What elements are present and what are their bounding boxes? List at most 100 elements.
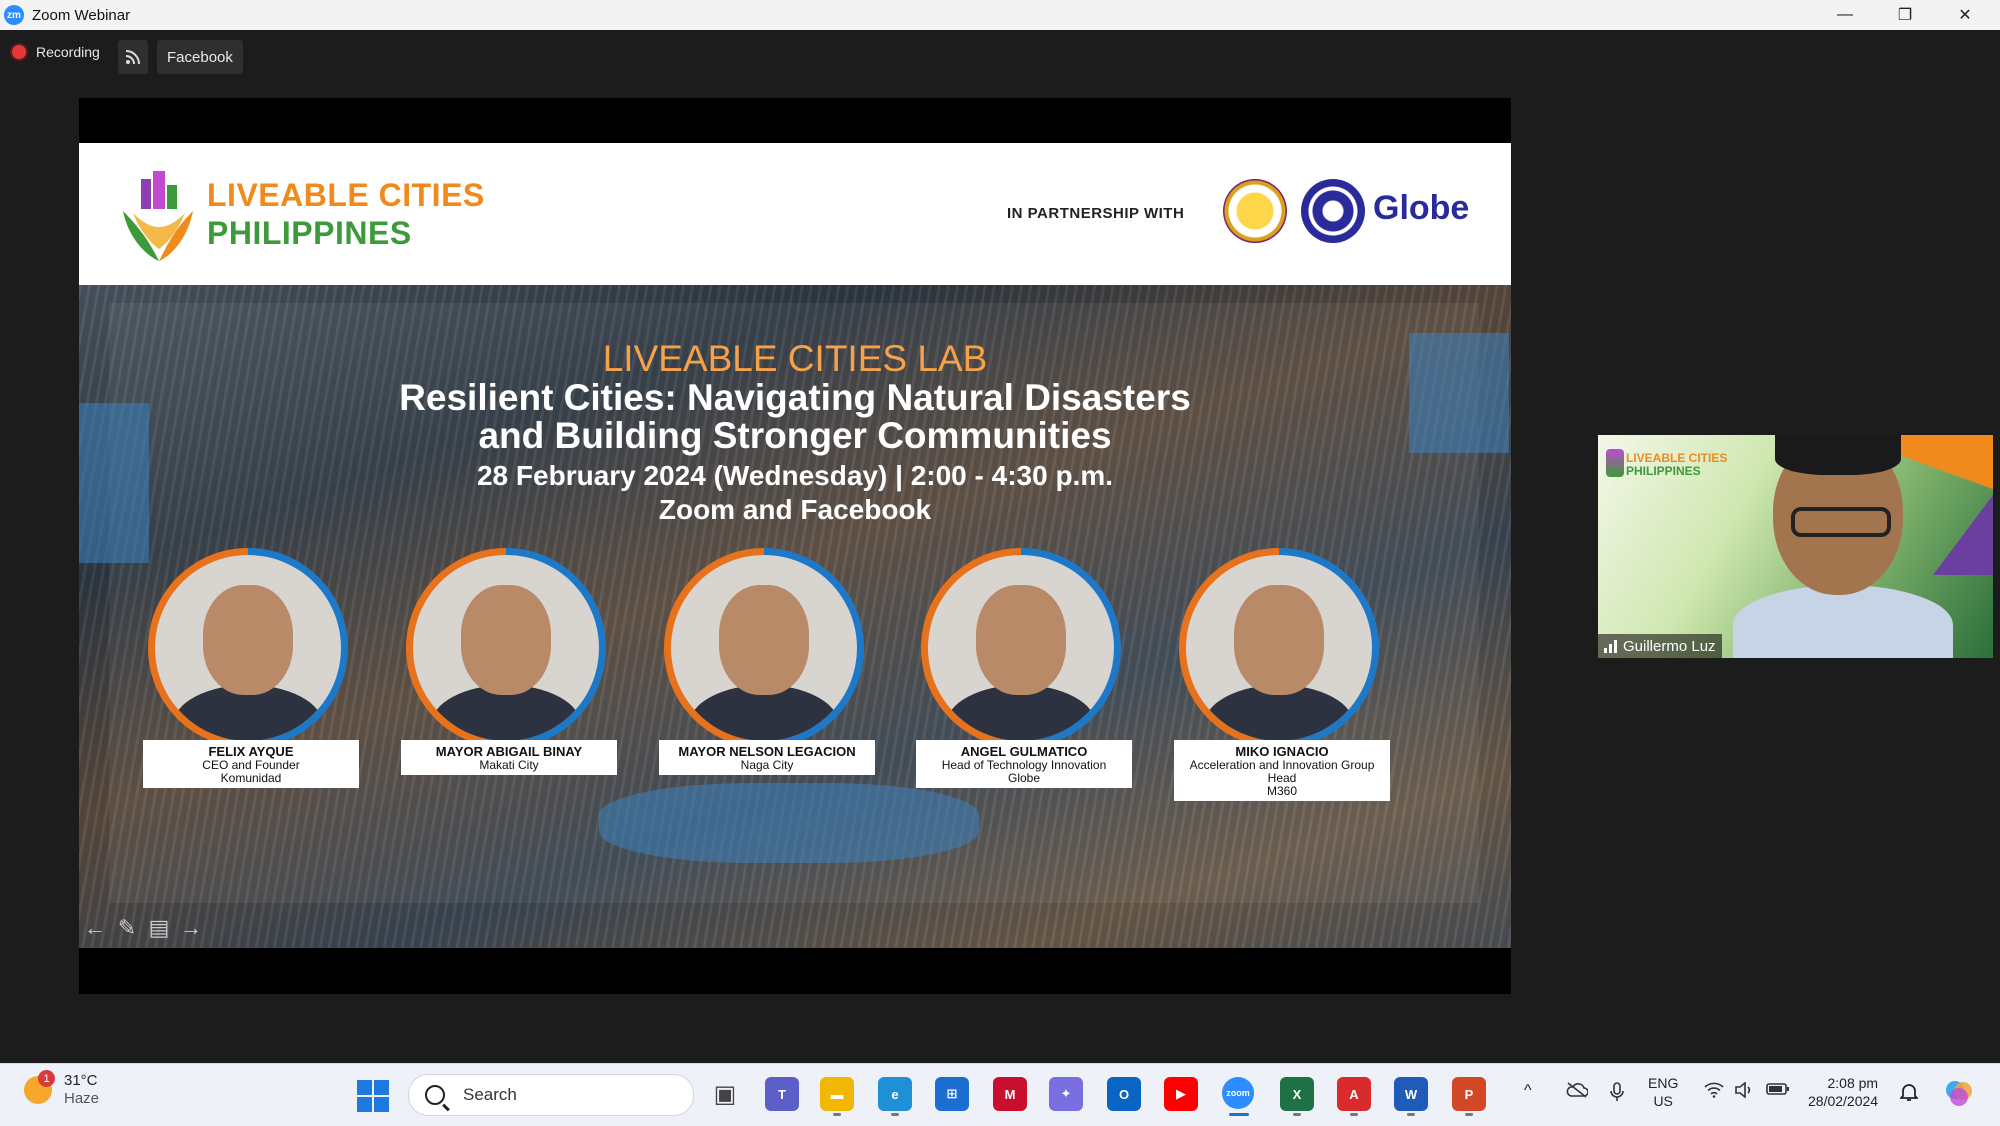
store-icon[interactable]: ⊞ [935,1077,969,1111]
app-running-indicator [1350,1113,1358,1116]
speaker-role: Acceleration and Innovation Group Head [1189,758,1375,785]
word-icon[interactable]: W [1394,1077,1428,1111]
youtube-icon[interactable]: ▶ [1164,1077,1198,1111]
rss-icon[interactable] [118,40,148,74]
battery-icon[interactable] [1766,1082,1790,1101]
speaker-photo [928,555,1114,741]
speaker-name: ANGEL GULMATICO [960,744,1088,759]
keyboard-region: US [1653,1093,1673,1109]
speaker-name: FELIX AYQUE [208,744,294,759]
speaker-label: FELIX AYQUE CEO and Founder Komunidad [143,740,359,788]
acrobat-icon[interactable]: A [1337,1077,1371,1111]
headline-line1: Resilient Cities: Navigating Natural Dis… [399,377,1191,418]
headline-line2: and Building Stronger Communities [478,415,1112,456]
background-logo-line2: PHILIPPINES [1626,464,1701,478]
zoom-toolbar [0,30,2000,84]
slide-menu-icon[interactable]: ▤ [145,915,173,941]
slide-nav-controls: ← ✎ ▤ → [81,915,205,941]
globe-logo-icon [1301,179,1365,243]
presentation-slide: LIVEABLE CITIES PHILIPPINES IN PARTNERSH… [79,143,1511,948]
recording-indicator[interactable]: Recording [12,44,100,60]
app-running-indicator [1229,1113,1249,1116]
recording-label: Recording [36,44,100,60]
slide-headline: Resilient Cities: Navigating Natural Dis… [79,379,1511,455]
app-running-indicator [833,1113,841,1116]
weather-widget[interactable]: 1 31°C Haze [24,1070,100,1108]
liveable-cities-logo-icon [123,171,193,261]
tray-overflow-chevron-icon[interactable]: ^ [1524,1082,1532,1100]
taskbar-search[interactable]: Search [408,1074,694,1116]
app-running-indicator [1293,1113,1301,1116]
background-logo-line1: LIVEABLE CITIES [1626,451,1728,465]
onedrive-icon[interactable] [1566,1082,1589,1103]
participant-video-tile[interactable]: LIVEABLE CITIES PHILIPPINES Guillermo Lu… [1598,435,1993,658]
record-dot-icon [12,45,26,59]
slide-header: LIVEABLE CITIES PHILIPPINES IN PARTNERSH… [79,143,1511,285]
language-indicator[interactable]: ENG US [1648,1074,1678,1110]
excel-icon[interactable]: X [1280,1077,1314,1111]
background-logo-icon [1606,449,1624,477]
wifi-icon[interactable] [1704,1082,1724,1103]
app-running-indicator [1465,1113,1473,1116]
signal-bars-icon [1604,639,1617,653]
minimize-button[interactable]: — [1815,0,1875,30]
file-explorer-icon[interactable]: ▬ [820,1077,854,1111]
outlook-icon[interactable]: O [1107,1077,1141,1111]
lab-title: LIVEABLE CITIES LAB [602,338,988,379]
next-slide-icon[interactable]: → [177,915,205,941]
speaker-role: Makati City [479,758,539,772]
speaker-role: Naga City [740,758,794,772]
city-seal-icon [1223,179,1287,243]
volume-icon[interactable] [1734,1081,1754,1103]
speaker-role: M360 [1266,784,1298,798]
language-code: ENG [1648,1075,1679,1091]
tarp-shape [599,783,979,863]
speaker-role: Komunidad [220,771,282,785]
logo-text-line2: PHILIPPINES [207,215,412,251]
speaker-name: MAYOR NELSON LEGACION [678,744,856,759]
zoom-app-icon: zm [4,5,24,25]
logo-text-line1: LIVEABLE CITIES [207,177,485,213]
weather-badge: 1 [38,1070,55,1087]
search-label: Search [463,1085,517,1104]
prev-slide-icon[interactable]: ← [81,915,109,941]
taskbar-clock[interactable]: 2:08 pm 28/02/2024 [1808,1074,1878,1110]
facebook-stream-button[interactable]: Facebook [157,40,243,74]
partner-name: Globe [1373,189,1470,227]
speaker-photo [671,555,857,741]
participant-name: Guillermo Luz [1623,637,1716,655]
mcafee-icon[interactable]: M [993,1077,1027,1111]
microphone-icon[interactable] [1610,1082,1624,1107]
clock-time: 2:08 pm [1827,1075,1879,1091]
pen-icon[interactable]: ✎ [113,915,141,941]
clock-date: 28/02/2024 [1808,1093,1879,1109]
partnership-label: IN PARTNERSHIP WITH [1007,205,1185,222]
zoom-icon[interactable]: zoom [1222,1077,1254,1109]
speaker-label: MIKO IGNACIO Acceleration and Innovation … [1174,740,1390,801]
app-running-indicator [1407,1113,1415,1116]
participant-person [1733,435,1953,658]
speaker-photo [155,555,341,741]
speaker-label: MAYOR ABIGAIL BINAY Makati City [401,740,617,775]
weather-condition: Haze [64,1090,100,1107]
restore-button[interactable]: ❐ [1875,0,1935,30]
teams-icon[interactable]: T [765,1077,799,1111]
weather-temp: 31°C [64,1072,98,1089]
notification-bell-icon[interactable] [1898,1082,1920,1107]
edge-icon[interactable]: e [878,1077,912,1111]
close-button[interactable]: ✕ [1935,0,1995,30]
weather-sun-icon: 1 [24,1070,55,1104]
start-button[interactable] [357,1080,389,1112]
participant-name-tag: Guillermo Luz [1598,634,1722,658]
copilot-icon[interactable] [1944,1078,1974,1113]
speaker-photo [1186,555,1372,741]
search-icon [425,1085,445,1105]
speaker-label: ANGEL GULMATICO Head of Technology Innova… [916,740,1132,788]
speaker-name: MIKO IGNACIO [1235,744,1329,759]
speaker-name: MAYOR ABIGAIL BINAY [435,744,583,759]
window-title: Zoom Webinar [32,6,131,24]
speaker-role: Globe [1007,771,1041,785]
task-view-icon[interactable]: ▣ [708,1077,742,1111]
copilot-app-icon[interactable]: ✦ [1049,1077,1083,1111]
powerpoint-icon[interactable]: P [1452,1077,1486,1111]
